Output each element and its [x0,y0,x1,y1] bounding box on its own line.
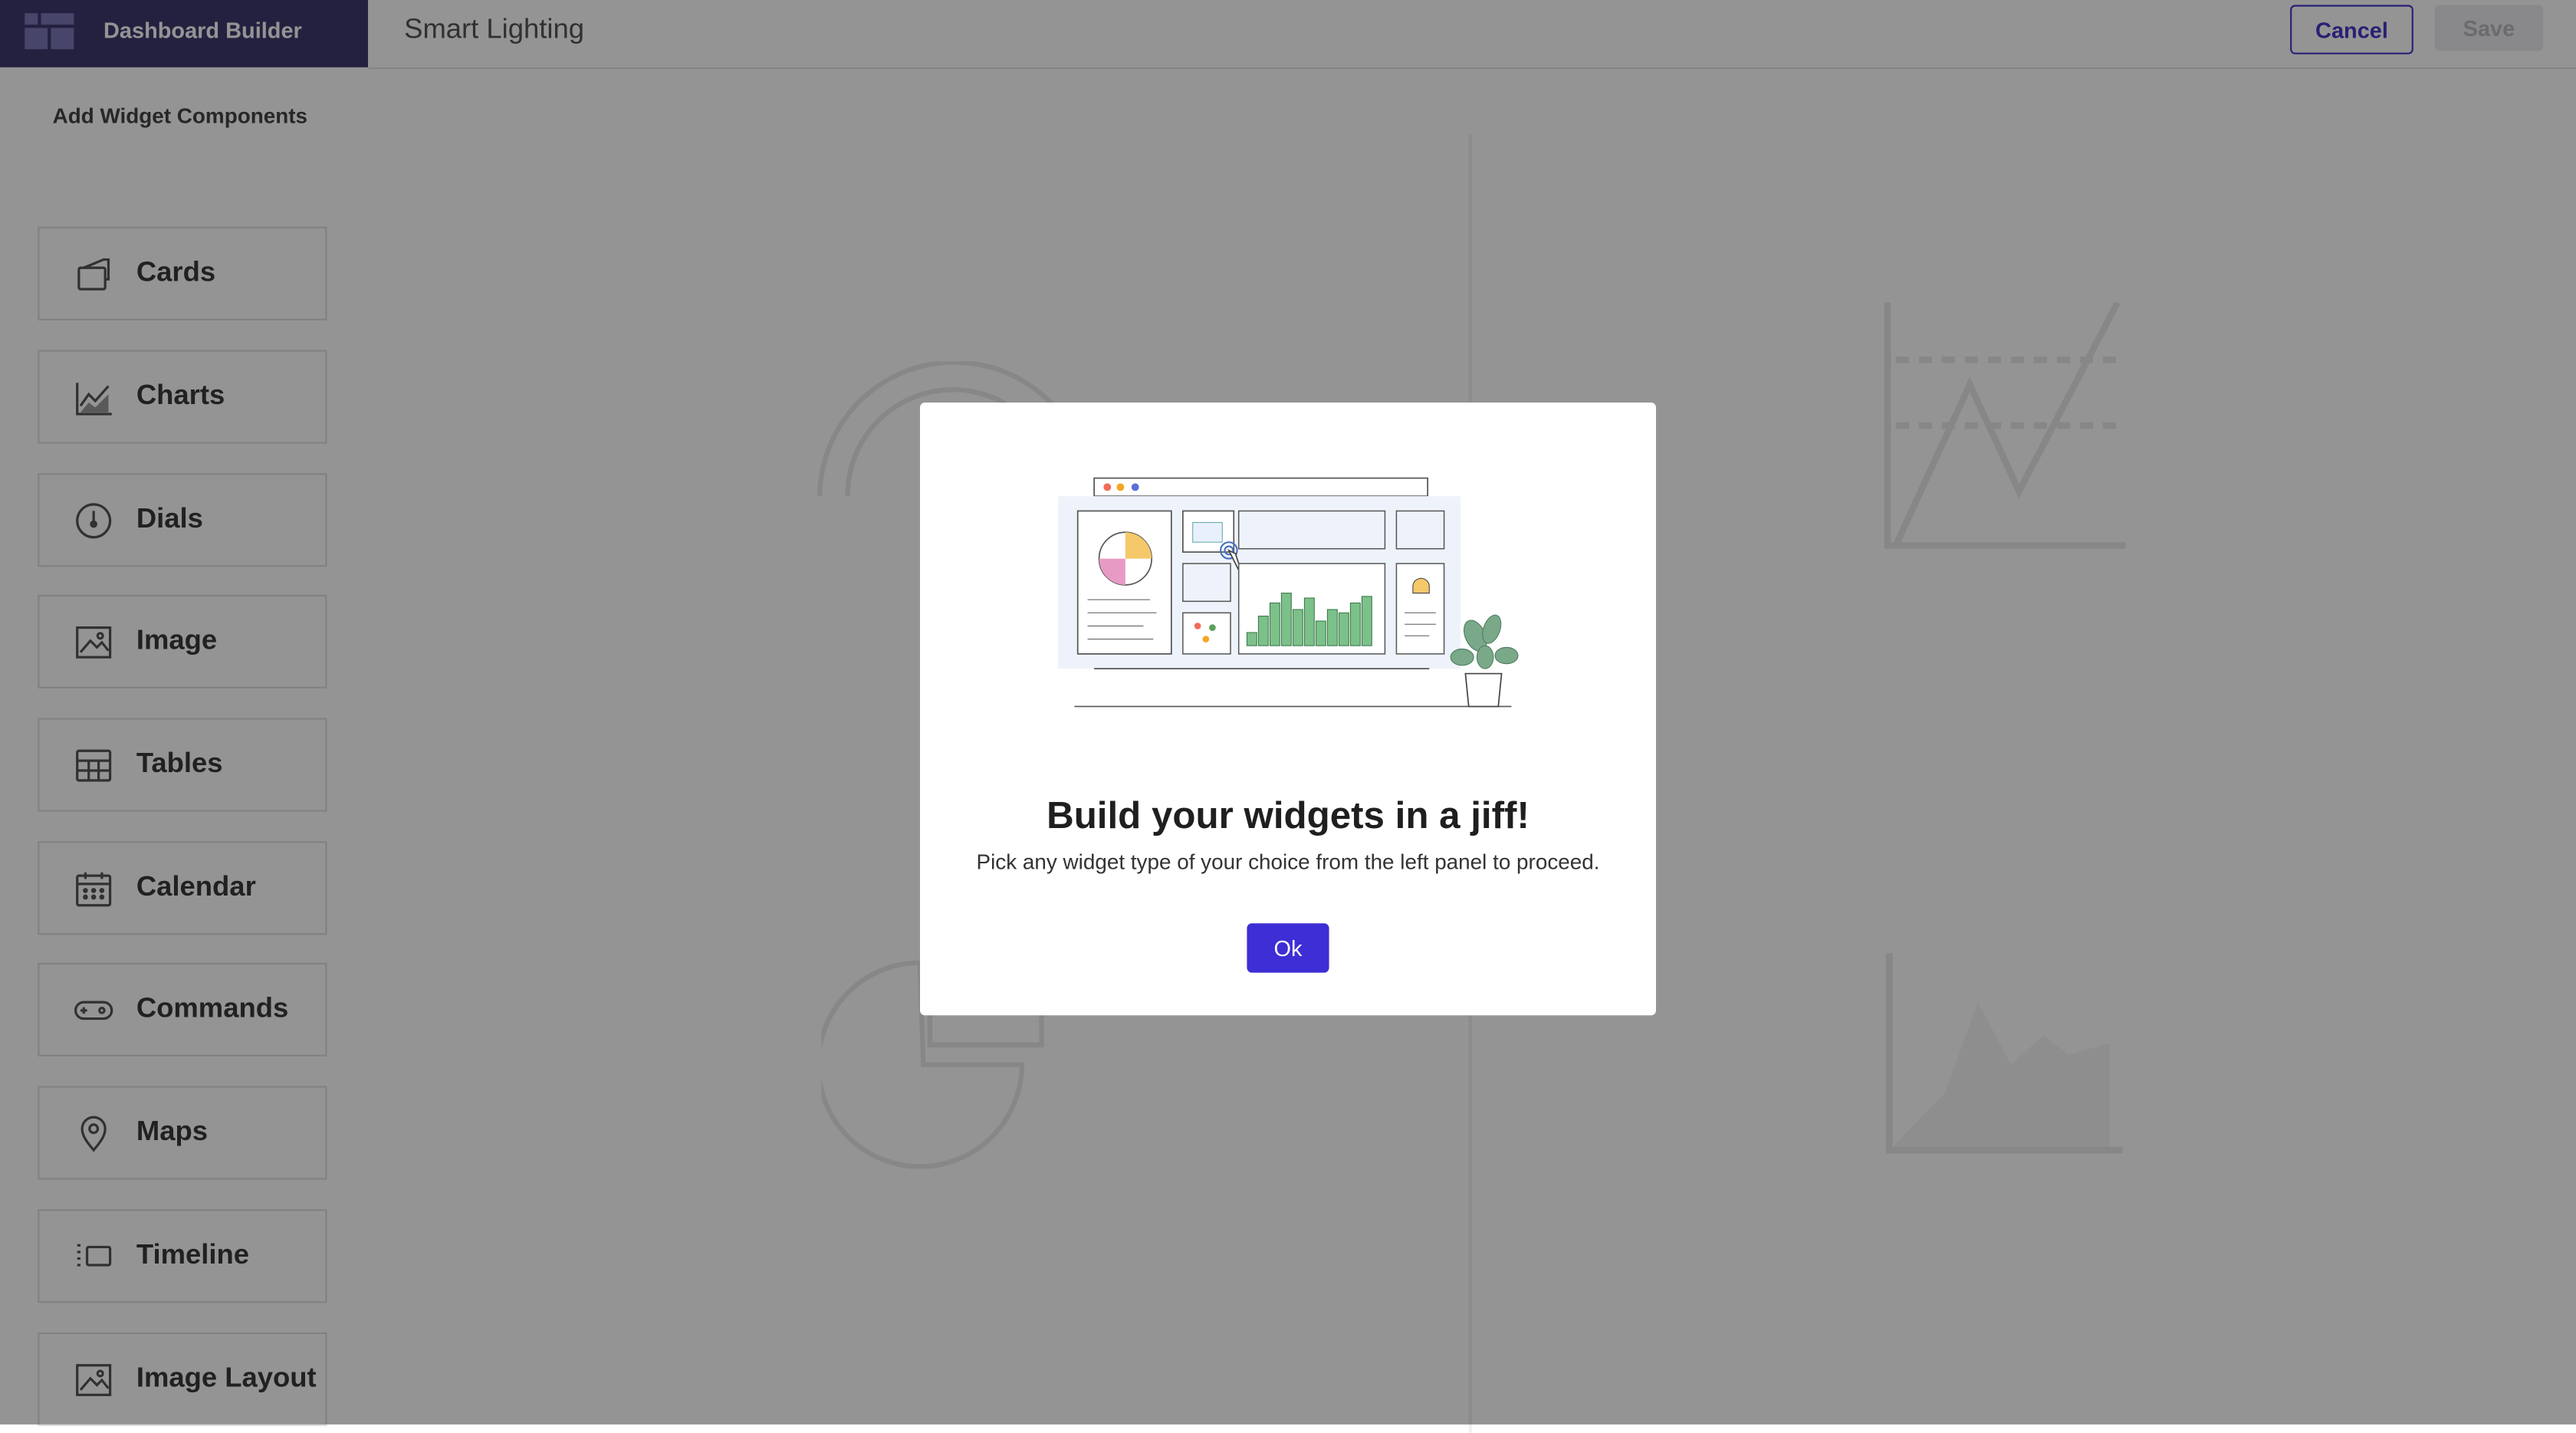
modal-message: Pick any widget type of your choice from… [976,849,1600,874]
modal-title: Build your widgets in a jiff! [1046,794,1530,836]
welcome-dialog: Build your widgets in a jiff! Pick any w… [920,403,1656,1016]
dashboard-illustration-icon [1058,477,1519,708]
ok-button[interactable]: Ok [1247,923,1329,973]
